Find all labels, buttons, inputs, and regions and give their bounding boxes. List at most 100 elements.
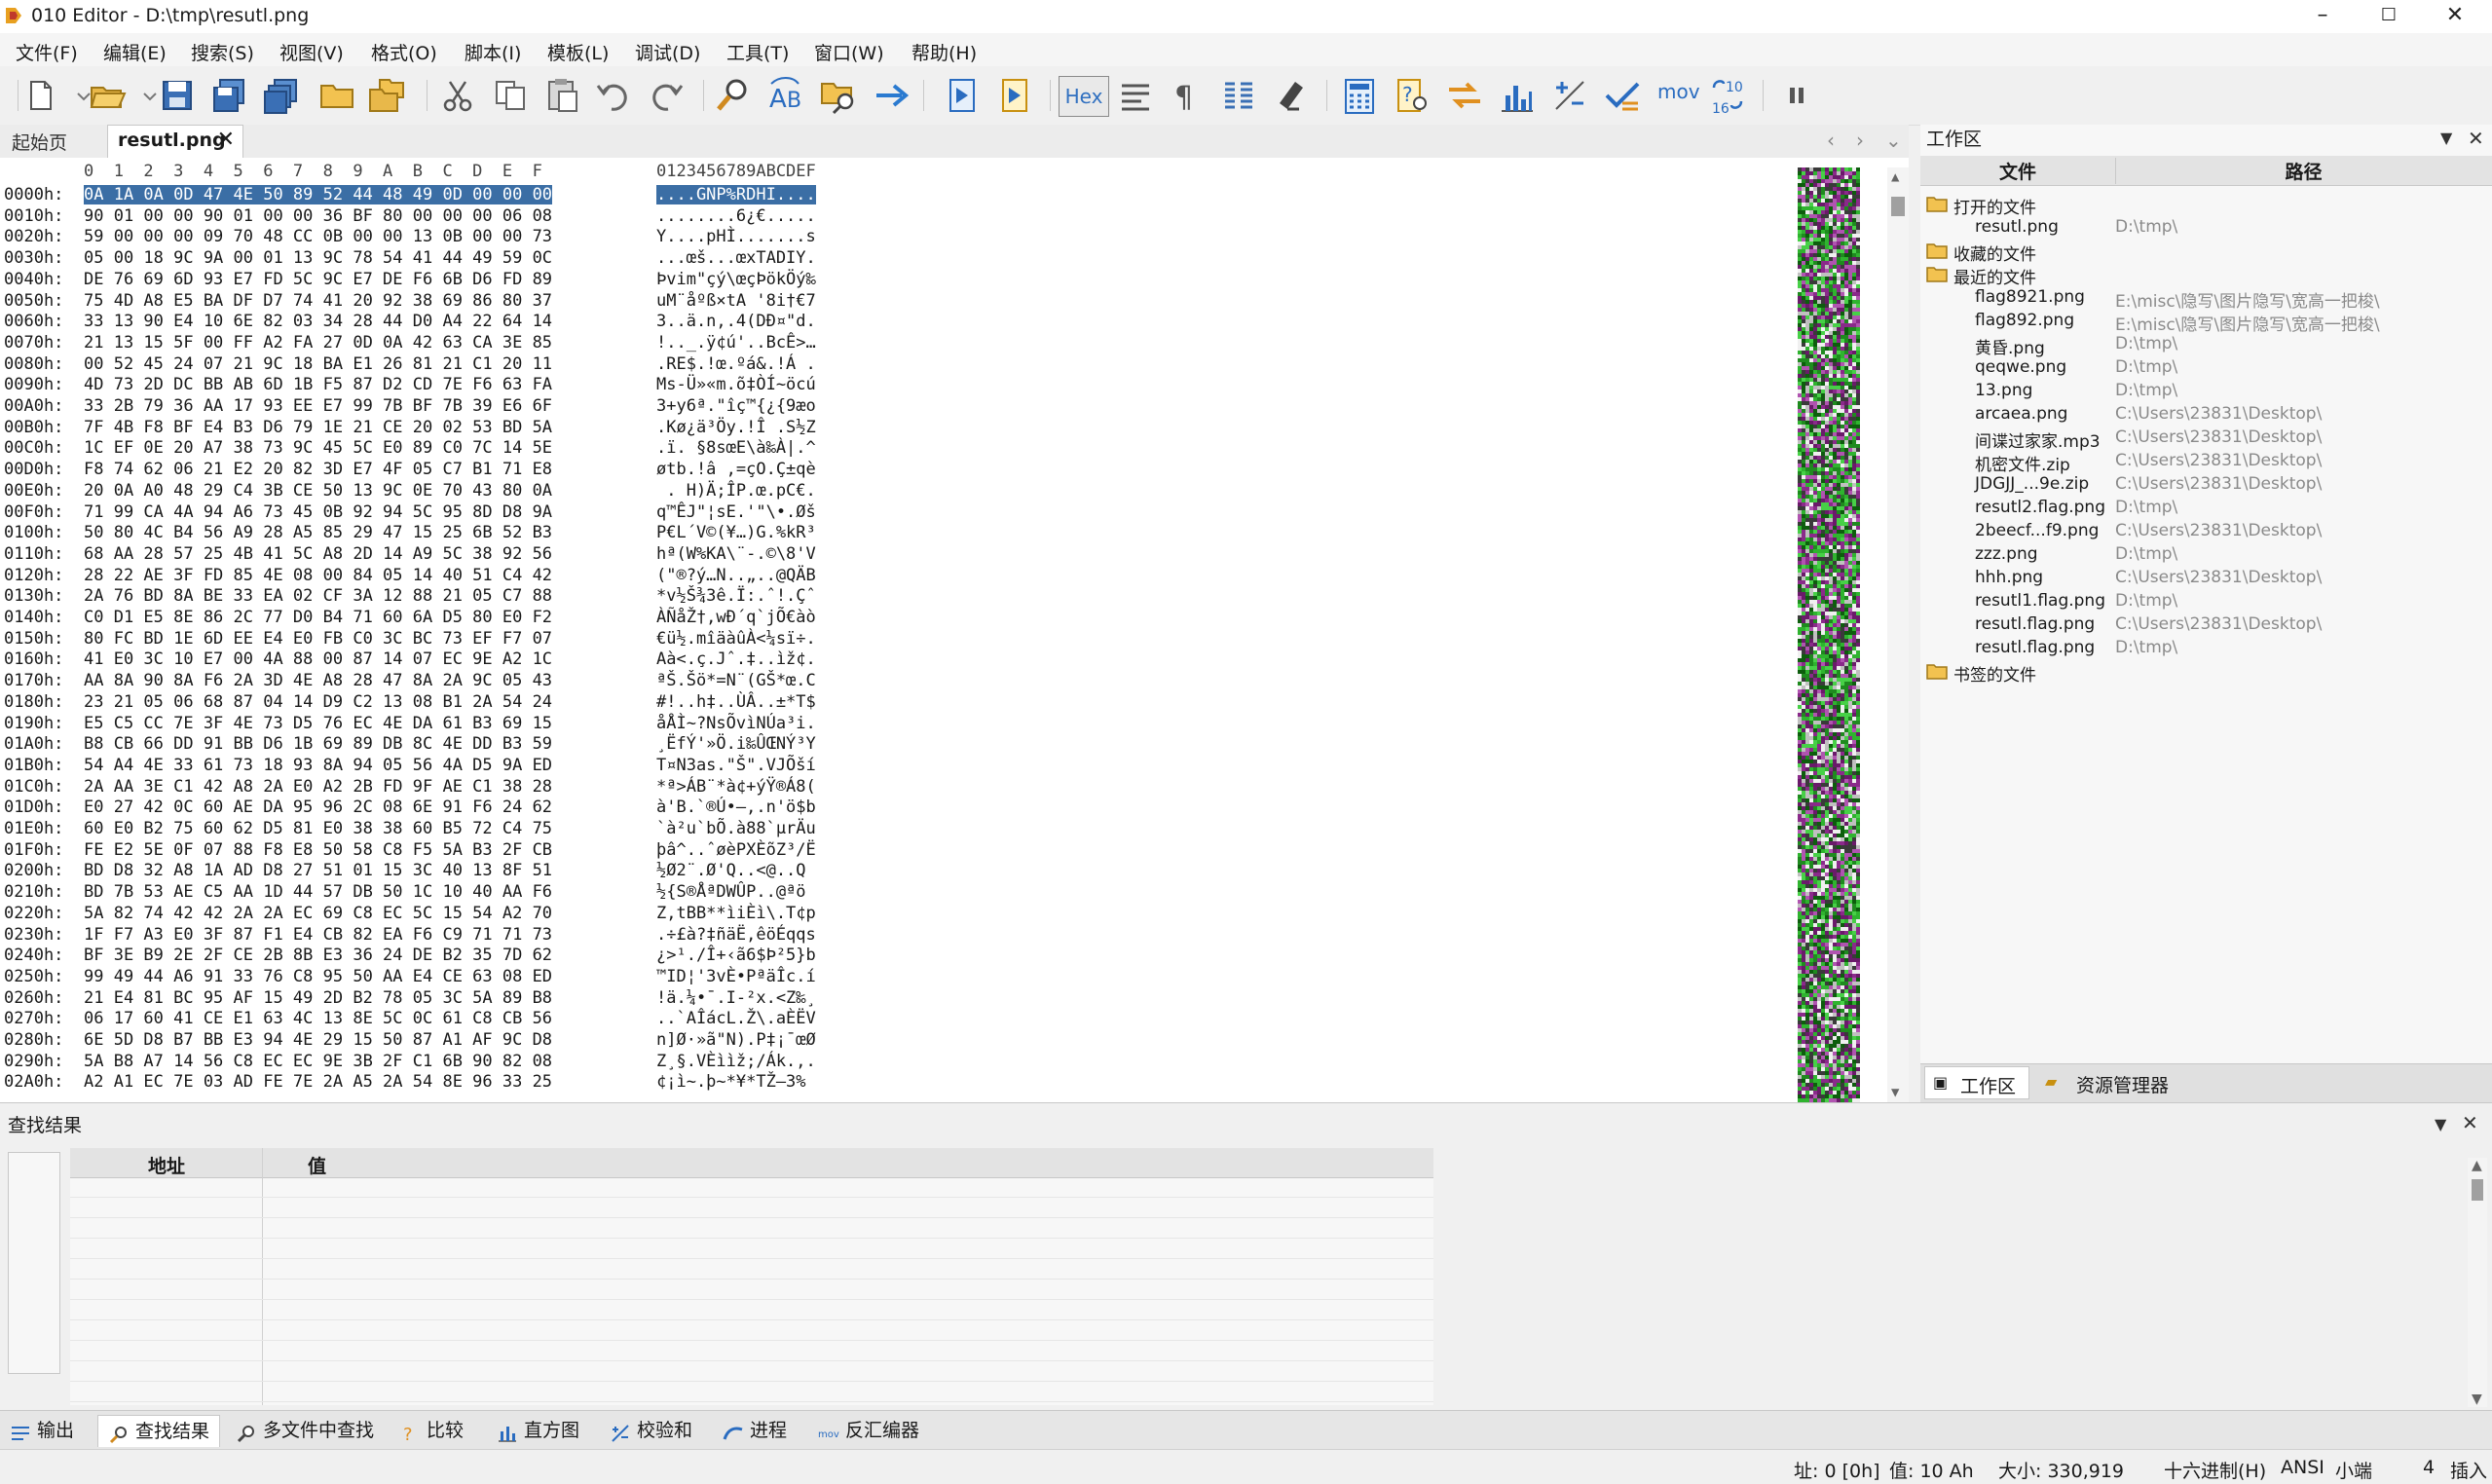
menu-search[interactable]: 搜索(S) xyxy=(191,39,254,65)
show-linefeeds-button[interactable]: ¶ xyxy=(1165,74,1208,117)
hex-row-bytes[interactable]: E5 C5 CC 7E 3F 4E 73 D5 76 EC 4E DA 61 B… xyxy=(84,714,552,733)
base-converter-button[interactable]: 10 16 xyxy=(1706,74,1749,117)
tree-file-item[interactable]: resutl1.flag.png D:\tmp\ xyxy=(1920,590,2492,613)
hex-row-ascii[interactable]: q™ÊJ"¦sE.'"\•.Øš xyxy=(656,502,816,522)
hex-row-ascii[interactable]: .Kø¿ä³Öy.!Î .S½Z xyxy=(656,418,816,437)
scroll-down-icon[interactable]: ▼ xyxy=(1891,1085,1899,1100)
hex-row-ascii[interactable]: øtb.!â ‚=çO.Ç±qè xyxy=(656,460,816,479)
hex-row-bytes[interactable]: 75 4D A8 E5 BA DF D7 74 41 20 92 38 69 8… xyxy=(84,291,552,311)
column-header-address[interactable]: 地址 xyxy=(148,1152,185,1178)
menu-template[interactable]: 模板(L) xyxy=(547,39,609,65)
hex-row-bytes[interactable]: 06 17 60 41 CE E1 63 4C 13 8E 5C 0C 61 C… xyxy=(84,1009,552,1028)
tree-file-item[interactable]: qeqwe.png D:\tmp\ xyxy=(1920,356,2492,380)
hex-row-bytes[interactable]: 00 52 45 24 07 21 9C 18 BA E1 26 81 21 C… xyxy=(84,354,552,374)
results-table[interactable]: 地址 值 xyxy=(70,1148,1433,1405)
hex-row-bytes[interactable]: 90 01 00 00 90 01 00 00 36 BF 80 00 00 0… xyxy=(84,206,552,226)
results-vertical-scrollbar[interactable]: ▲ ▼ xyxy=(2468,1158,2487,1407)
menu-edit[interactable]: 编辑(E) xyxy=(103,39,167,65)
tree-group-open[interactable]: 打开的文件 xyxy=(1920,193,2492,218)
status-insert-mode[interactable]: 插入 xyxy=(2450,1457,2487,1483)
hex-row-bytes[interactable]: BD D8 32 A8 1A AD D8 27 51 01 15 3C 40 1… xyxy=(84,861,552,880)
hex-row-ascii[interactable]: Z‚tBB**ìiÈì\.T¢p xyxy=(656,904,816,923)
hex-row-ascii[interactable]: ("®?ý…N..„..@QÄB xyxy=(656,566,816,585)
status-encoding[interactable]: ANSI xyxy=(2281,1457,2325,1478)
hex-row-bytes[interactable]: DE 76 69 6D 93 E7 FD 5C 9C E7 DE F6 6B D… xyxy=(84,270,552,289)
menu-debug[interactable]: 调试(D) xyxy=(635,39,700,65)
columns-button[interactable] xyxy=(1217,74,1260,117)
hex-row-bytes[interactable]: 20 0A A0 48 29 C4 3B CE 50 13 9C 0E 70 4… xyxy=(84,481,552,501)
scroll-thumb[interactable] xyxy=(1891,197,1905,216)
hex-row-ascii[interactable]: *v½Š¾3ê.Ï:.ˆ!.Çˆ xyxy=(656,586,816,606)
hex-row-ascii[interactable]: .ï. §8sœE\à‰À|.^ xyxy=(656,438,816,458)
tab-next-icon[interactable]: › xyxy=(1856,129,1864,152)
tree-file-item[interactable]: 2beecf...f9.png C:\Users\23831\Desktop\ xyxy=(1920,520,2492,543)
tree-file-item[interactable]: resutl.png D:\tmp\ xyxy=(1920,216,2492,240)
tree-file-item[interactable]: 机密文件.zip C:\Users\23831\Desktop\ xyxy=(1920,450,2492,475)
find-button[interactable] xyxy=(711,74,754,117)
compare-button[interactable] xyxy=(1443,74,1486,117)
hex-row-ascii[interactable]: . H)Ä;ÎP.œ.pC€. xyxy=(656,481,816,501)
tab-explorer[interactable]: 资源管理器 xyxy=(2076,1071,2169,1097)
hex-vertical-scrollbar[interactable]: ▲ ▼ xyxy=(1887,167,1909,1102)
tree-file-item[interactable]: resutl.flag.png D:\tmp\ xyxy=(1920,637,2492,660)
hex-row-bytes[interactable]: BD 7B 53 AE C5 AA 1D 44 57 DB 50 1C 10 4… xyxy=(84,882,552,902)
save-as-button[interactable] xyxy=(208,74,251,117)
hex-row-ascii[interactable]: n]Ø·»ã"N).P‡¡¯œØ xyxy=(656,1030,816,1050)
hex-row-ascii[interactable]: Aà<.ç.Jˆ.‡..ìž¢. xyxy=(656,649,816,669)
menu-tools[interactable]: 工具(T) xyxy=(726,39,789,65)
menu-script[interactable]: 脚本(I) xyxy=(465,39,521,65)
hex-row-bytes[interactable]: 54 A4 4E 33 61 73 18 93 8A 94 05 56 4A D… xyxy=(84,756,552,775)
hex-row-ascii[interactable]: à'B.`®Ú•–,.n'ö$b xyxy=(656,798,816,817)
hex-row-bytes[interactable]: 1C EF 0E 20 A7 38 73 9C 45 5C E0 89 C0 7… xyxy=(84,438,552,458)
hex-row-ascii[interactable]: ....GNP%RDHI.... xyxy=(656,185,816,204)
undo-button[interactable] xyxy=(592,74,635,117)
menu-window[interactable]: 窗口(W) xyxy=(814,39,884,65)
tree-file-item[interactable]: 黄昏.png D:\tmp\ xyxy=(1920,333,2492,358)
open-workspace-button[interactable] xyxy=(366,74,409,117)
hex-row-bytes[interactable]: 80 FC BD 1E 6D EE E4 E0 FB C0 3C BC 73 E… xyxy=(84,629,552,649)
tree-file-item[interactable]: JDGJJ_...9e.zip C:\Users\23831\Desktop\ xyxy=(1920,473,2492,497)
hex-row-ascii[interactable]: ™ID¦'3vÈ•PªäÎc.í xyxy=(656,967,816,986)
hex-row-bytes[interactable]: 7F 4B F8 BF E4 B3 D6 79 1E 21 CE 20 02 5… xyxy=(84,418,552,437)
text-mode-button[interactable] xyxy=(1114,74,1157,117)
hex-row-ascii[interactable]: !ä.¼•¯.I-²x.<Z‰¸ xyxy=(656,988,816,1008)
hex-row-bytes[interactable]: 1F F7 A3 E0 3F 87 F1 E4 CB 82 EA F6 C9 7… xyxy=(84,925,552,945)
hex-row-bytes[interactable]: 33 13 90 E4 10 6E 82 03 34 28 44 D0 A4 2… xyxy=(84,312,552,331)
tab-checksum[interactable]: 校验和 xyxy=(610,1415,692,1446)
hex-row-ascii[interactable]: Z¸§.VÈììž;/Ák.‚. xyxy=(656,1052,816,1071)
hex-row-ascii[interactable]: #!..h‡..ÙÂ..±*T$ xyxy=(656,692,816,712)
tab-prev-icon[interactable]: ‹ xyxy=(1827,129,1835,152)
menu-file[interactable]: 文件(F) xyxy=(16,39,78,65)
hex-row-ascii[interactable]: hª(W%KA\¨-.©\8'V xyxy=(656,544,816,564)
find-in-files-button[interactable] xyxy=(818,74,861,117)
tab-resutl-png[interactable]: resutl.png ✕ xyxy=(107,125,243,158)
close-tab-icon[interactable]: ✕ xyxy=(217,128,235,152)
hex-row-bytes[interactable]: 28 22 AE 3F FD 85 4E 08 00 84 05 14 40 5… xyxy=(84,566,552,585)
tree-file-item[interactable]: 13.png D:\tmp\ xyxy=(1920,380,2492,403)
hex-row-ascii[interactable]: `à²u`bÕ.à88`µrÄu xyxy=(656,819,816,838)
hex-row-bytes[interactable]: 6E 5D D8 B7 BB E3 94 4E 29 15 50 87 A1 A… xyxy=(84,1030,552,1050)
hex-row-bytes[interactable]: 05 00 18 9C 9A 00 01 13 9C 78 54 41 44 4… xyxy=(84,248,552,268)
hex-row-ascii[interactable]: uM¨åºß×tA '8i†€7 xyxy=(656,291,816,311)
hex-row-bytes[interactable]: FE E2 5E 0F 07 88 F8 E8 50 58 C8 F5 5A B… xyxy=(84,840,552,860)
results-menu-icon[interactable]: ▼ xyxy=(2435,1115,2446,1133)
scroll-down-icon[interactable]: ▼ xyxy=(2472,1391,2482,1407)
hex-row-ascii[interactable]: *ª>ÁB¨*à¢+ýŸ®Á8( xyxy=(656,777,816,797)
hex-row-bytes[interactable]: 5A B8 A7 14 56 C8 EC EC 9E 3B 2F C1 6B 9… xyxy=(84,1052,552,1071)
hex-row-ascii[interactable]: åÅÌ~?NsÕvìNÚa³i. xyxy=(656,714,816,733)
tree-file-item[interactable]: resutl2.flag.png D:\tmp\ xyxy=(1920,497,2492,520)
hex-mode-button[interactable]: Hex xyxy=(1059,76,1109,117)
hex-row-bytes[interactable]: 23 21 05 06 68 87 04 14 D9 C2 13 08 B1 2… xyxy=(84,692,552,712)
menu-format[interactable]: 格式(O) xyxy=(371,39,437,65)
hex-row-bytes[interactable]: 60 E0 B2 75 60 62 D5 81 E0 38 38 60 B5 7… xyxy=(84,819,552,838)
save-all-button[interactable] xyxy=(261,74,304,117)
file-thumbnail-map[interactable] xyxy=(1798,167,1860,1102)
tab-start-page[interactable]: 起始页 xyxy=(12,129,67,155)
scroll-up-icon[interactable]: ▲ xyxy=(2472,1158,2482,1173)
hex-row-bytes[interactable]: 21 13 15 5F 00 FF A2 FA 27 0D 0A 42 63 C… xyxy=(84,333,552,352)
hex-row-bytes[interactable]: B8 CB 66 DD 91 BB D6 1B 69 89 DB 8C 4E D… xyxy=(84,734,552,754)
hex-row-ascii[interactable]: Þvim"çý\œçÞökÖý‰ xyxy=(656,270,816,289)
hex-row-ascii[interactable]: ........6¿€..... xyxy=(656,206,816,226)
tab-workspace[interactable]: ▣ 工作区 xyxy=(1924,1066,2029,1099)
column-header-file[interactable]: 文件 xyxy=(1920,158,2116,184)
